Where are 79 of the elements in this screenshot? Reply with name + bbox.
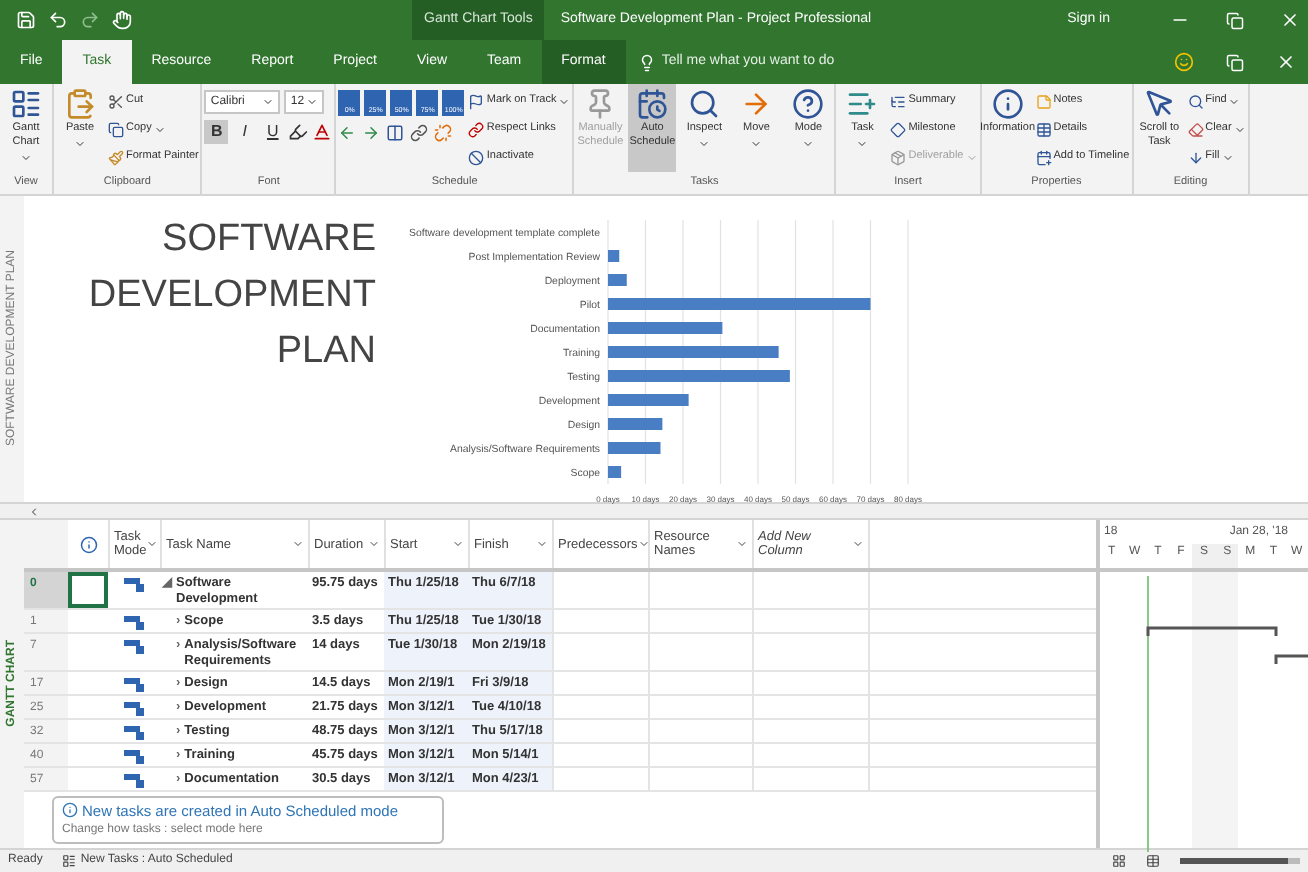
scroll-left-icon[interactable] bbox=[28, 505, 40, 517]
bar bbox=[608, 274, 627, 286]
help-icon bbox=[792, 88, 825, 120]
task-mode-icon bbox=[124, 578, 144, 592]
caret-icon bbox=[452, 538, 464, 550]
task-mode-icon bbox=[124, 750, 144, 764]
copy-icon bbox=[108, 121, 124, 137]
font-color-icon[interactable] bbox=[312, 122, 333, 142]
clipboard-icon bbox=[64, 88, 96, 120]
close-icon[interactable] bbox=[1276, 52, 1296, 72]
task-mode-icon bbox=[124, 616, 144, 630]
indent-icon[interactable] bbox=[362, 124, 381, 142]
info-icon bbox=[79, 535, 97, 553]
scissors-icon bbox=[108, 93, 124, 109]
paintbrush-icon bbox=[108, 149, 124, 165]
arrow-down-icon bbox=[1187, 149, 1204, 165]
info-icon bbox=[991, 88, 1024, 120]
arrow-icon bbox=[740, 88, 773, 120]
restore-icon[interactable] bbox=[1226, 11, 1244, 29]
list-tree-icon bbox=[890, 93, 907, 109]
bar bbox=[608, 418, 663, 430]
caret-icon bbox=[292, 538, 304, 550]
touch-icon[interactable] bbox=[112, 10, 132, 30]
highlighter-icon[interactable] bbox=[288, 122, 309, 142]
save-icon[interactable] bbox=[16, 10, 36, 30]
redo-icon[interactable] bbox=[80, 10, 100, 30]
link-icon bbox=[468, 121, 485, 137]
sheet-view-icon[interactable] bbox=[1146, 854, 1160, 868]
horizontal-scrollbar[interactable] bbox=[0, 504, 1308, 520]
list-plus-icon bbox=[846, 88, 879, 120]
bar bbox=[608, 322, 723, 334]
restore-icon[interactable] bbox=[1226, 53, 1244, 71]
ban-icon bbox=[468, 149, 485, 165]
format-button[interactable]: U bbox=[260, 120, 285, 144]
package-icon bbox=[890, 149, 907, 165]
eraser-icon bbox=[1187, 121, 1204, 137]
link-icon[interactable] bbox=[410, 124, 429, 142]
diamond-icon bbox=[890, 121, 907, 137]
caret-icon bbox=[146, 538, 159, 550]
task-mode-icon bbox=[124, 678, 144, 692]
format-button[interactable]: B bbox=[204, 120, 229, 144]
calendar-plus-icon bbox=[1035, 149, 1052, 165]
calendar-icon bbox=[636, 88, 669, 120]
caret-icon bbox=[736, 538, 748, 550]
undo-icon[interactable] bbox=[48, 10, 68, 30]
bar bbox=[608, 394, 689, 406]
caret-icon bbox=[536, 538, 548, 550]
pin-icon bbox=[584, 88, 617, 120]
list-icon bbox=[10, 88, 42, 120]
close-icon[interactable] bbox=[1280, 10, 1300, 30]
table-icon bbox=[1035, 121, 1052, 137]
bar bbox=[608, 442, 661, 454]
outdent-icon[interactable] bbox=[338, 124, 357, 142]
bar bbox=[608, 250, 620, 262]
caret-icon bbox=[262, 96, 275, 108]
caret-icon bbox=[852, 538, 864, 550]
active-cell[interactable] bbox=[68, 572, 108, 608]
caret-icon bbox=[306, 96, 319, 108]
smiley-icon[interactable] bbox=[1174, 52, 1194, 72]
caret-icon bbox=[368, 538, 380, 550]
caret-icon bbox=[637, 538, 650, 550]
task-mode-icon bbox=[124, 726, 144, 740]
task-mode-icon bbox=[124, 640, 144, 654]
split-icon[interactable] bbox=[386, 124, 405, 142]
report-title: SOFTWARE DEVELOPMENT PLAN bbox=[86, 216, 376, 376]
search-icon bbox=[1187, 93, 1204, 109]
pointer-icon bbox=[1143, 88, 1176, 120]
gantt-view-icon[interactable] bbox=[1112, 854, 1126, 868]
unlink-icon[interactable] bbox=[434, 124, 453, 142]
list-icon bbox=[62, 854, 77, 868]
lightbulb-icon bbox=[637, 53, 656, 71]
flag-icon bbox=[468, 93, 485, 109]
task-mode-icon bbox=[124, 774, 144, 788]
bar bbox=[608, 466, 622, 478]
note-icon bbox=[1035, 93, 1052, 109]
search-icon bbox=[688, 88, 721, 120]
info-icon bbox=[62, 802, 78, 819]
format-button[interactable]: I bbox=[232, 120, 257, 144]
task-mode-icon bbox=[124, 702, 144, 716]
